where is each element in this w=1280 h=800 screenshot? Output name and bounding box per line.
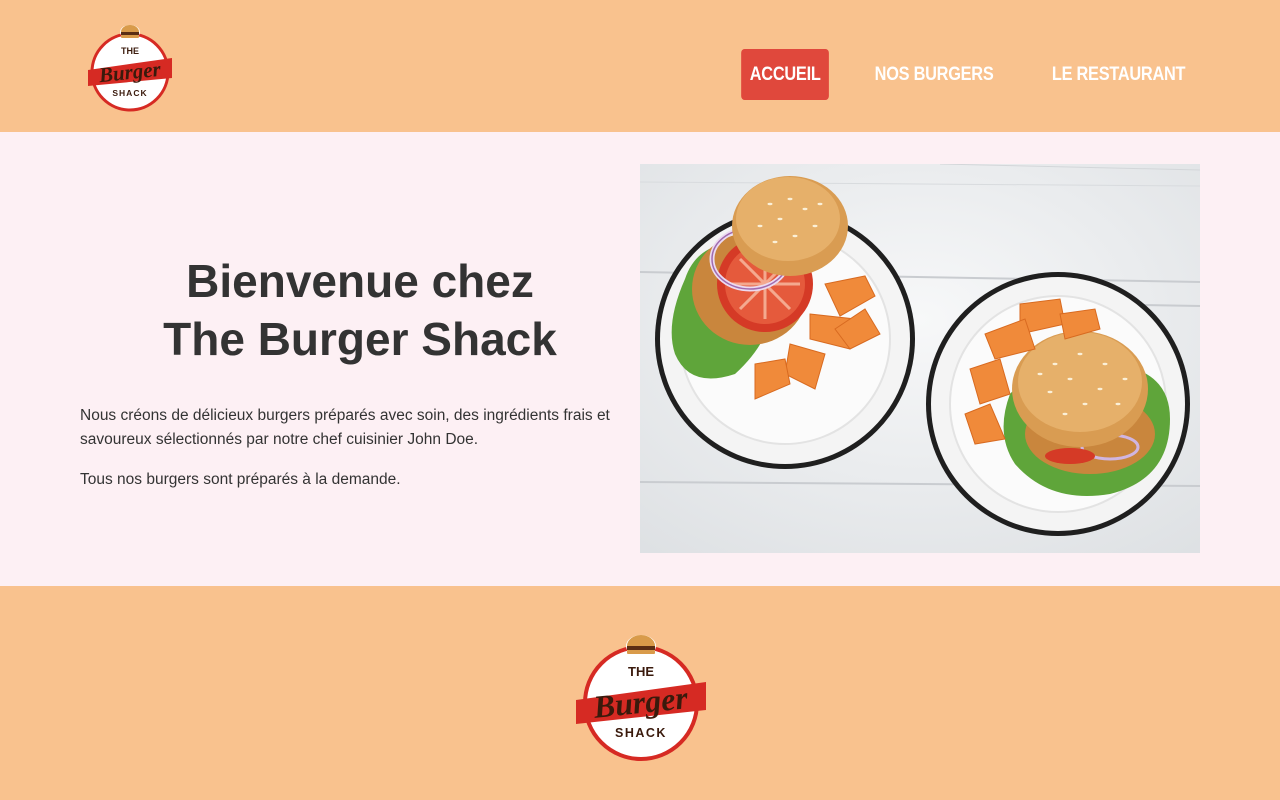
svg-text:THE: THE	[628, 664, 654, 679]
intro-paragraph: Nous créons de délicieux burgers préparé…	[80, 407, 610, 448]
nav-le-restaurant[interactable]: LE RESTAURANT	[1043, 49, 1194, 100]
svg-text:SHACK: SHACK	[615, 726, 667, 740]
title-line-1: Bienvenue chez	[186, 255, 534, 307]
burger-shack-logo: THE Burger SHACK	[88, 25, 172, 112]
site-header: THE Burger SHACK ACCUEIL NOS BURGERS LE …	[0, 0, 1280, 132]
burgers-photo	[640, 164, 1200, 553]
page-title: Bienvenue chez The Burger Shack	[80, 252, 640, 368]
nav-accueil[interactable]: ACCUEIL	[741, 49, 830, 100]
made-to-order-paragraph: Tous nos burgers sont préparés à la dema…	[80, 471, 401, 488]
main-nav: ACCUEIL NOS BURGERS LE RESTAURANT	[734, 49, 1206, 100]
burger-shack-footer-logo: THE Burger SHACK	[576, 635, 706, 761]
nav-nos-burgers[interactable]: NOS BURGERS	[866, 49, 1002, 100]
hero-section: Bienvenue chez The Burger Shack Nous cré…	[0, 132, 1280, 586]
svg-text:SHACK: SHACK	[112, 88, 147, 98]
site-footer: THE Burger SHACK	[0, 586, 1280, 800]
svg-text:THE: THE	[121, 46, 139, 56]
hero-copy: Nous créons de délicieux burgers préparé…	[80, 404, 640, 492]
title-line-2: The Burger Shack	[163, 313, 557, 365]
